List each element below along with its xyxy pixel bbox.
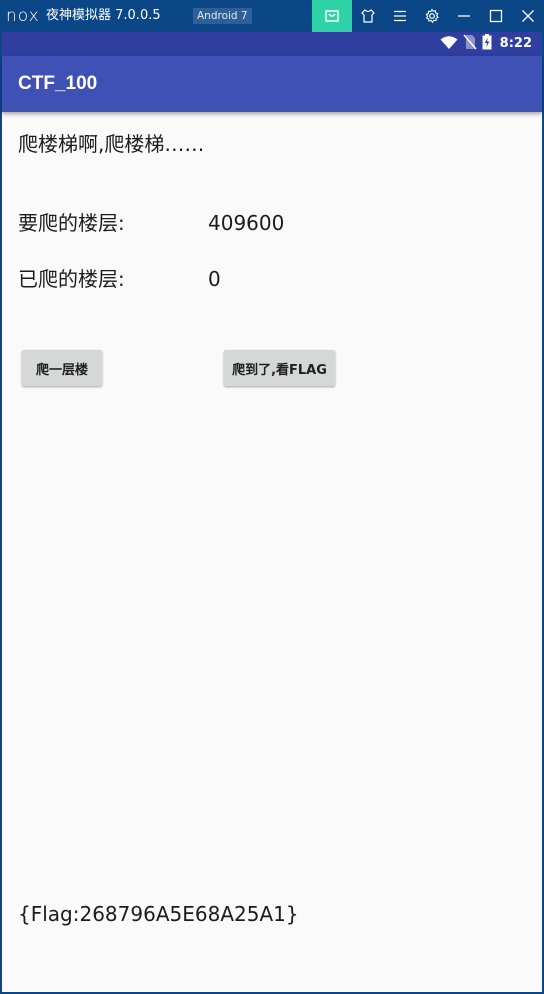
settings-icon[interactable]	[416, 0, 448, 32]
climbed-floors-label: 已爬的楼层:	[18, 267, 125, 291]
app-bar: CTF_100	[2, 56, 542, 112]
climb-one-floor-button[interactable]: 爬一层楼	[22, 350, 102, 386]
no-sim-icon	[463, 34, 477, 54]
battery-charging-icon	[482, 34, 492, 54]
shirt-icon[interactable]	[352, 0, 384, 32]
close-icon[interactable]	[512, 0, 544, 32]
show-flag-button[interactable]: 爬到了,看FLAG	[224, 350, 335, 386]
wifi-icon	[440, 35, 458, 54]
target-floors-value: 409600	[208, 211, 285, 235]
minimize-icon[interactable]	[448, 0, 480, 32]
emulator-title-bar: nox 夜神模拟器 7.0.0.5 Android 7	[0, 0, 544, 32]
flag-text: {Flag:268796A5E68A25A1}	[18, 902, 299, 926]
maximize-icon[interactable]	[480, 0, 512, 32]
status-icons: 8:22	[440, 32, 532, 56]
android-status-bar: 8:22	[2, 32, 542, 56]
main-content: 爬楼梯啊,爬楼梯…… 要爬的楼层: 409600 已爬的楼层: 0 爬一层楼 爬…	[2, 112, 542, 992]
nox-logo: nox	[6, 6, 40, 26]
menu-icon[interactable]	[384, 0, 416, 32]
status-time: 8:22	[499, 36, 532, 51]
target-floors-label: 要爬的楼层:	[18, 211, 125, 235]
store-icon[interactable]	[312, 0, 352, 32]
window-frame-left	[0, 32, 2, 994]
emulator-title: 夜神模拟器 7.0.0.5	[46, 8, 161, 23]
android-version-badge: Android 7	[193, 8, 252, 24]
app-title: CTF_100	[18, 73, 98, 94]
page-heading: 爬楼梯啊,爬楼梯……	[18, 132, 205, 156]
climbed-floors-value: 0	[208, 267, 221, 291]
